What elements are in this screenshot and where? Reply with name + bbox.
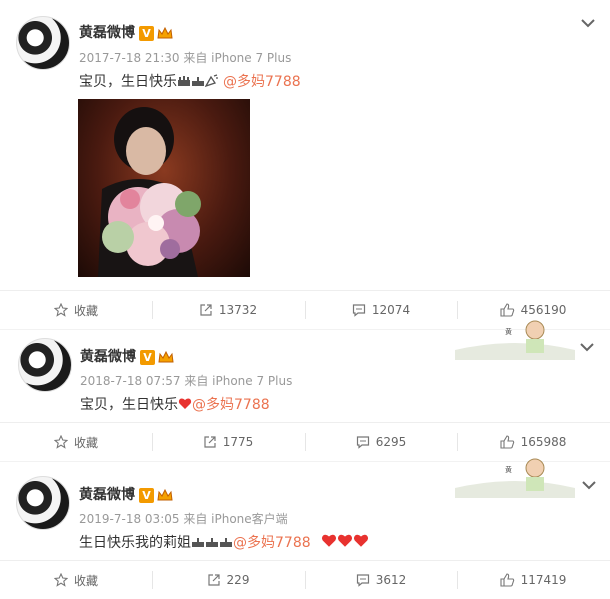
post-photo[interactable] xyxy=(78,99,250,277)
card-decoration: 黄 xyxy=(455,458,575,498)
crown-icon xyxy=(157,488,173,500)
comment-icon xyxy=(352,304,366,317)
weibo-post-2: 黄磊微博 V 黄 2018-7-18 07:57 来自 iPhone 7 Plus… xyxy=(0,320,610,461)
mention-link[interactable]: @多妈7788 xyxy=(223,74,301,90)
mention-link[interactable]: @多妈7788 xyxy=(233,535,311,551)
photo-woman-flowers xyxy=(98,107,201,277)
avatar[interactable] xyxy=(16,476,70,530)
star-icon xyxy=(53,573,68,587)
card-decoration: 黄 xyxy=(455,320,575,360)
like-button[interactable]: 117419 xyxy=(457,561,609,599)
chevron-down-icon[interactable] xyxy=(581,18,595,28)
weibo-post-1: 黄磊微博 V 2017-7-18 21:30 来自 iPhone 7 Plus 宝… xyxy=(0,0,610,329)
crown-icon xyxy=(158,350,174,362)
repost-icon xyxy=(204,436,216,448)
post-text: 宝贝，生日快乐 @多妈7788 xyxy=(79,74,301,90)
verified-badge-icon: V xyxy=(139,25,154,41)
star-icon xyxy=(53,303,68,317)
post-text: 宝贝，生日快乐 @多妈7788 xyxy=(80,397,270,413)
timestamp[interactable]: 2019-7-18 03:05 xyxy=(79,512,180,526)
comment-icon xyxy=(356,574,369,587)
cake-icon xyxy=(220,538,232,547)
comment-button[interactable]: 12074 xyxy=(305,291,457,329)
svg-text:黄: 黄 xyxy=(505,465,512,474)
username[interactable]: 黄磊微博 V xyxy=(79,22,173,42)
username[interactable]: 黄磊微博 V xyxy=(80,346,174,366)
action-bar: 收藏 1775 6295 165988 xyxy=(0,422,610,461)
chevron-down-icon[interactable] xyxy=(582,480,596,490)
mention-link[interactable]: @多妈7788 xyxy=(192,397,270,413)
favorite-button[interactable]: 收藏 xyxy=(0,423,152,461)
crown-icon xyxy=(157,26,173,38)
heart-icon xyxy=(354,534,369,547)
cake-icon xyxy=(178,76,190,86)
like-button[interactable]: 165988 xyxy=(457,423,609,461)
repost-button[interactable]: 1775 xyxy=(152,423,304,461)
svg-text:黄: 黄 xyxy=(505,327,512,336)
comment-button[interactable]: 3612 xyxy=(305,561,457,599)
comment-button[interactable]: 6295 xyxy=(305,423,457,461)
favorite-button[interactable]: 收藏 xyxy=(0,291,152,329)
post-text: 生日快乐我的莉姐 @多妈7788 xyxy=(79,532,369,552)
cake-icon xyxy=(206,538,218,547)
like-icon xyxy=(500,303,514,317)
repost-icon xyxy=(200,304,212,316)
timestamp[interactable]: 2018-7-18 07:57 xyxy=(80,374,181,388)
username[interactable]: 黄磊微博 V xyxy=(79,484,173,504)
repost-button[interactable]: 229 xyxy=(152,561,304,599)
heart-icon xyxy=(322,534,337,547)
party-icon xyxy=(205,74,218,87)
avatar[interactable] xyxy=(18,338,72,392)
source: 来自 iPhone 7 Plus xyxy=(183,51,292,65)
heart-icon xyxy=(338,534,353,547)
verified-badge-icon: V xyxy=(140,349,155,365)
like-icon xyxy=(500,435,514,449)
heart-icon xyxy=(178,398,192,409)
source: 来自 iPhone 7 Plus xyxy=(184,374,293,388)
like-icon xyxy=(500,573,514,587)
source: 来自 iPhone客户端 xyxy=(183,512,288,526)
post-meta: 2019-7-18 03:05 来自 iPhone客户端 xyxy=(79,510,288,527)
favorite-button[interactable]: 收藏 xyxy=(0,561,152,599)
cake-icon xyxy=(192,538,204,547)
repost-icon xyxy=(207,574,220,586)
weibo-post-3: 黄磊微博 V 黄 2019-7-18 03:05 来自 iPhone客户端 生日快… xyxy=(0,458,610,599)
cake-icon xyxy=(192,77,204,86)
post-meta: 2018-7-18 07:57 来自 iPhone 7 Plus xyxy=(80,372,292,389)
repost-button[interactable]: 13732 xyxy=(152,291,304,329)
timestamp[interactable]: 2017-7-18 21:30 xyxy=(79,51,180,65)
post-meta: 2017-7-18 21:30 来自 iPhone 7 Plus xyxy=(79,49,291,66)
action-bar: 收藏 229 3612 117419 xyxy=(0,560,610,599)
avatar[interactable] xyxy=(16,16,70,70)
comment-icon xyxy=(356,436,369,449)
chevron-down-icon[interactable] xyxy=(580,342,594,352)
star-icon xyxy=(53,435,68,449)
verified-badge-icon: V xyxy=(139,487,154,503)
